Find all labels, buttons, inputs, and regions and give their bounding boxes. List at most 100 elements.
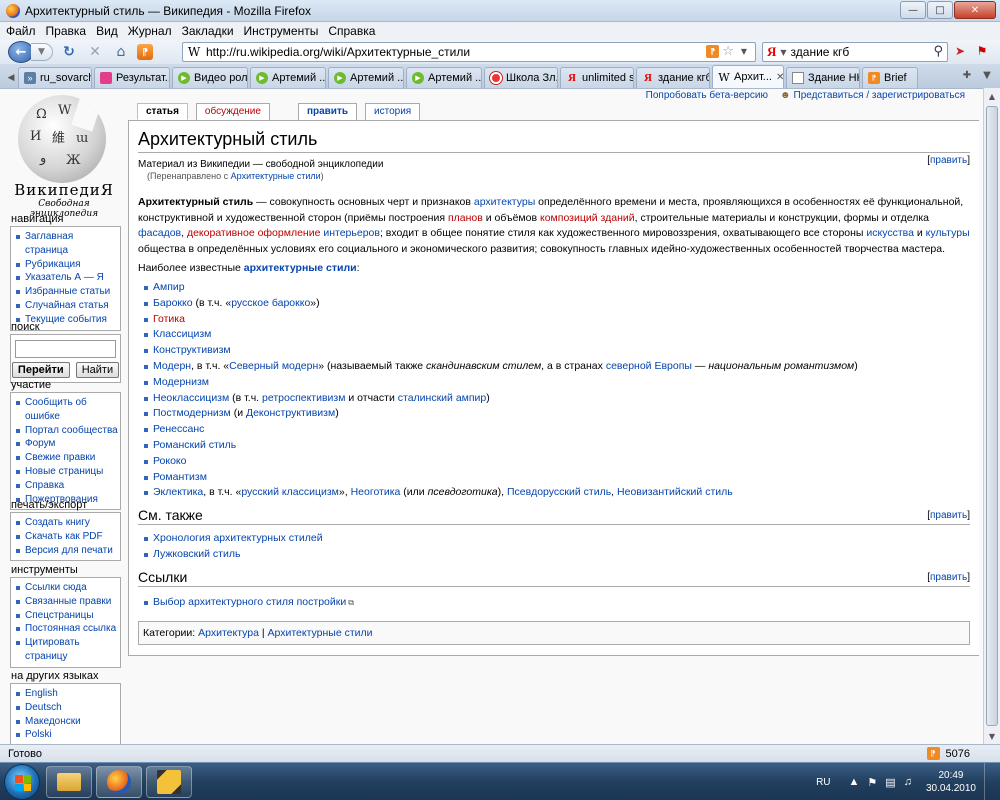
new-tab-icon[interactable]: ✚	[960, 68, 974, 82]
link-neogothic[interactable]: Неоготика	[351, 486, 401, 498]
search-input[interactable]: здание кгб	[791, 45, 850, 59]
sidebar-link[interactable]: Цитировать страницу	[15, 636, 118, 664]
address-input[interactable]: http://ru.wikipedia.org/wiki/Архитектурн…	[206, 45, 470, 59]
sidebar-link[interactable]: Polski	[15, 728, 118, 742]
link-constructivism[interactable]: Конструктивизм	[153, 344, 231, 356]
link-culture[interactable]: культуры	[926, 227, 970, 239]
tab-close-icon[interactable]: ✕	[776, 72, 783, 83]
sidebar-link[interactable]: Форум	[15, 437, 118, 451]
browser-tab[interactable]: Яunlimited s...	[560, 67, 634, 88]
link-romanesque[interactable]: Романский стиль	[153, 439, 236, 451]
sidebar-link[interactable]: Ссылки сюда	[15, 581, 118, 595]
redirect-link[interactable]: Архитектурные стили	[231, 171, 321, 181]
tab-scroll-left-icon[interactable]: ◀	[4, 68, 18, 88]
stop-icon[interactable]: ✕	[85, 42, 105, 62]
tab-edit[interactable]: править	[297, 103, 358, 120]
browser-tab[interactable]: ⁋ Brief	[862, 67, 918, 88]
scroll-down-icon[interactable]: ▼	[984, 728, 1000, 744]
sidebar-link[interactable]: Deutsch	[15, 701, 118, 715]
network-icon[interactable]: ▤	[885, 776, 895, 789]
go-button[interactable]: Перейти	[11, 362, 70, 378]
rss-icon[interactable]: ⁋	[137, 44, 153, 60]
browser-tab[interactable]: Школа Зл...	[484, 67, 558, 88]
link-compositions[interactable]: композиций зданий	[540, 212, 635, 224]
link-art[interactable]: искусства	[866, 227, 914, 239]
sidebar-link[interactable]: Случайная статья	[15, 299, 118, 313]
wiki-search-input[interactable]	[15, 340, 116, 358]
sidebar-link[interactable]: Македонски	[15, 715, 118, 729]
menu-history[interactable]: Журнал	[128, 24, 172, 38]
sidebar-link[interactable]: Версия для печати	[15, 544, 118, 558]
link-classicism[interactable]: Классицизм	[153, 328, 211, 340]
vertical-scrollbar[interactable]: ▲ ▼	[983, 88, 1000, 744]
link-modernism[interactable]: Модернизм	[153, 376, 209, 388]
link-baroque[interactable]: Барокко	[153, 297, 193, 309]
menu-help[interactable]: Справка	[328, 24, 375, 38]
tab-discussion[interactable]: обсуждение	[195, 103, 270, 120]
wikipedia-logo[interactable]: Ω W И 維 ա ﻭ Ж ВикипедиЯ Свободная энцикл…	[10, 91, 118, 219]
tray-expand-icon[interactable]: ▲	[849, 776, 860, 788]
browser-tab[interactable]: ▶ Видео рол...	[172, 67, 248, 88]
browser-tab[interactable]: W Архит... ✕	[712, 65, 784, 88]
browser-tab[interactable]: ▶ Артемий ...	[328, 67, 404, 88]
sidebar-link[interactable]: English	[15, 687, 118, 701]
taskbar-app-button[interactable]	[146, 766, 192, 798]
status-rss-icon[interactable]: ⁋	[926, 747, 940, 760]
browser-tab[interactable]: Результат...	[94, 67, 170, 88]
sidebar-link[interactable]: Постоянная ссылка	[15, 622, 118, 636]
sidebar-link[interactable]: Свежие правки	[15, 451, 118, 465]
addon-flag-icon[interactable]: ⚑	[974, 43, 990, 59]
window-titlebar[interactable]: Архитектурный стиль — Википедия - Mozill…	[0, 0, 1000, 22]
link-neobyzantine[interactable]: Неовизантийский стиль	[617, 486, 733, 498]
menu-view[interactable]: Вид	[96, 24, 118, 38]
link-facades[interactable]: фасадов	[138, 227, 181, 239]
browser-tab[interactable]: Здание НК...	[786, 67, 860, 88]
link-luzhkov-style[interactable]: Лужковский стиль	[153, 548, 240, 560]
link-pseudorussian[interactable]: Псевдорусский стиль	[507, 486, 611, 498]
link-russian-baroque[interactable]: русское барокко	[231, 297, 310, 309]
home-icon[interactable]: ⌂	[111, 42, 131, 62]
yandex-logo-icon[interactable]: Я	[767, 44, 776, 60]
taskbar-explorer-button[interactable]	[46, 766, 92, 798]
link-russian-classicism[interactable]: русский классицизм	[241, 486, 339, 498]
link-ampir[interactable]: Ампир	[153, 281, 185, 293]
link-chronology[interactable]: Хронология архитектурных стилей	[153, 532, 323, 544]
link-gothic[interactable]: Готика	[153, 313, 185, 325]
link-plans[interactable]: планов	[448, 212, 483, 224]
search-bar[interactable]: Я ▼ здание кгб ⚲	[762, 42, 948, 62]
feed-icon[interactable]: ⁋	[706, 45, 720, 58]
browser-tab[interactable]: » ru_sovarch...	[18, 67, 92, 88]
link-modern[interactable]: Модерн	[153, 360, 191, 372]
sidebar-link[interactable]: Новые страницы	[15, 465, 118, 479]
external-link-style-choice[interactable]: Выбор архитектурного стиля постройки	[153, 596, 354, 608]
link-eclectic[interactable]: Эклектика	[153, 486, 203, 498]
menu-tools[interactable]: Инструменты	[244, 24, 319, 38]
link-northern-modern[interactable]: Северный модерн	[229, 360, 318, 372]
scrollbar-thumb[interactable]	[986, 106, 998, 726]
addon-red-icon[interactable]: ➤	[952, 43, 968, 59]
find-button[interactable]: Найти	[75, 362, 120, 378]
address-bar[interactable]: W http://ru.wikipedia.org/wiki/Архитекту…	[182, 42, 756, 62]
link-romanticism[interactable]: Романтизм	[153, 471, 207, 483]
sidebar-link[interactable]: Скачать как PDF	[15, 530, 118, 544]
tab-history[interactable]: история	[365, 103, 421, 120]
sidebar-link[interactable]: Избранные статьи	[15, 285, 118, 299]
browser-tab[interactable]: Яздание кгб...	[636, 67, 710, 88]
sidebar-link[interactable]: Портал сообщества	[15, 424, 118, 438]
minimize-button[interactable]: —	[900, 1, 926, 19]
sidebar-link[interactable]: Связанные правки	[15, 595, 118, 609]
tab-article[interactable]: статья	[137, 103, 188, 120]
link-architectural-styles[interactable]: архитектурные стили	[244, 262, 357, 274]
edit-link[interactable]: править	[930, 572, 967, 583]
login-link[interactable]: Представиться / зарегистрироваться	[794, 90, 966, 101]
browser-tab[interactable]: ▶ Артемий ...	[406, 67, 482, 88]
search-magnifier-icon[interactable]: ⚲	[933, 44, 943, 59]
sidebar-link[interactable]: Указатель А — Я	[15, 271, 118, 285]
bookmark-star-icon[interactable]: ☆	[722, 44, 734, 59]
sidebar-link[interactable]: Спецстраницы	[15, 609, 118, 623]
search-engine-dropdown-icon[interactable]: ▼	[780, 48, 786, 57]
action-center-flag-icon[interactable]: ⚑	[867, 776, 877, 789]
reload-icon[interactable]: ↻	[59, 42, 79, 62]
link-renaissance[interactable]: Ренессанс	[153, 423, 204, 435]
sidebar-link[interactable]: Создать книгу	[15, 516, 118, 530]
